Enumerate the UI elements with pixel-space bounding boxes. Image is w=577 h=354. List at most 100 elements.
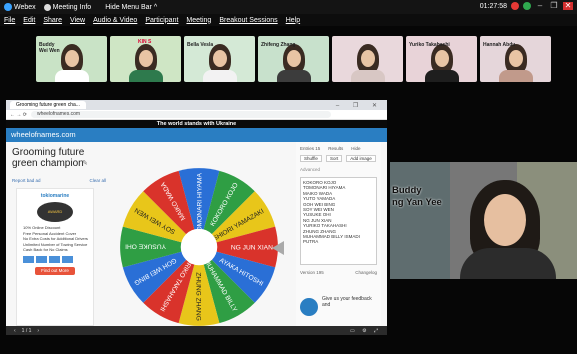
app-menu[interactable]: Webex bbox=[4, 3, 36, 11]
webex-window: Webex Meeting Info Hide Menu Bar ^ 01:27… bbox=[0, 0, 577, 354]
participant-name: Zhifeng Zhang bbox=[261, 42, 296, 48]
sort-button[interactable]: Sort bbox=[325, 155, 343, 162]
connection-status-icon[interactable] bbox=[523, 2, 531, 10]
ad-feature: No Extra Costs for Additional Drivers bbox=[23, 236, 88, 241]
participant-tile[interactable]: KIN S bbox=[110, 36, 181, 82]
ad-feature: Cash Back for No Claims bbox=[23, 247, 68, 252]
add-image-button[interactable]: Add image bbox=[346, 155, 376, 162]
recording-icon[interactable] bbox=[511, 2, 519, 10]
app-name: Webex bbox=[14, 3, 36, 11]
minimize-button[interactable]: – bbox=[535, 2, 545, 10]
participant-name: Yuriko Takahashi bbox=[409, 42, 450, 48]
feedback-illustration-icon bbox=[300, 298, 318, 316]
url-field[interactable]: wheelofnames.com bbox=[30, 111, 331, 118]
feedback-promo[interactable]: Give us your feedback and bbox=[300, 292, 377, 322]
participant-shirt bbox=[202, 70, 237, 82]
ukraine-banner: The world stands with Ukraine bbox=[6, 120, 387, 128]
share-controls-bar: ‹ 1 / 1 › ▭ ⚙ ⤢ bbox=[6, 326, 387, 335]
panel-buttons: Shuffle Sort Add image bbox=[296, 153, 381, 164]
speaker-body bbox=[460, 248, 556, 279]
close-button[interactable]: ✕ bbox=[563, 2, 573, 10]
participant-strip: Buddy Wei Wen KIN S Bella Vesla Zhifeng Zha… bbox=[36, 36, 551, 82]
webex-logo-icon bbox=[4, 3, 12, 11]
site-header[interactable]: wheelofnames.com bbox=[6, 128, 387, 142]
menu-edit[interactable]: Edit bbox=[23, 17, 35, 24]
page-title[interactable]: Grooming future green champion bbox=[12, 147, 102, 169]
tab-entries[interactable]: Entries 15 bbox=[300, 146, 320, 151]
share-tools-icons[interactable]: ▭ ⚙ ⤢ bbox=[350, 328, 387, 334]
page-counter: 1 / 1 bbox=[21, 327, 32, 334]
shuffle-button[interactable]: Shuffle bbox=[300, 155, 322, 162]
wheel-slice-label: YUSUKE OHI bbox=[125, 243, 166, 250]
next-page-icon[interactable]: › bbox=[37, 328, 39, 334]
menu-file[interactable]: File bbox=[4, 17, 15, 24]
menu-meeting[interactable]: Meeting bbox=[186, 17, 211, 24]
menu-participant[interactable]: Participant bbox=[145, 17, 178, 24]
wheel-slice-label: NG JUN XIAN bbox=[231, 244, 273, 251]
restore-button[interactable]: ❐ bbox=[549, 2, 559, 10]
participant-name: Hannah Abdu bbox=[483, 42, 516, 48]
participant-tile[interactable]: Hannah Abdu bbox=[480, 36, 551, 82]
advertisement[interactable]: tokiomarine AWARD 10% Online Discount Fr… bbox=[16, 188, 94, 326]
menu-share[interactable]: Share bbox=[43, 17, 62, 24]
menu-view[interactable]: View bbox=[70, 17, 85, 24]
clear-all-link[interactable]: Clear all bbox=[89, 178, 106, 183]
edit-pencil-icon[interactable]: ✎ bbox=[82, 159, 88, 167]
participant-name: Buddy Wei Wen bbox=[39, 42, 60, 54]
participant-shirt bbox=[54, 70, 89, 82]
info-icon bbox=[43, 3, 51, 11]
participant-face bbox=[360, 50, 375, 67]
tab-results[interactable]: Results bbox=[328, 146, 343, 151]
feedback-text: Give us your feedback and bbox=[322, 296, 372, 308]
participant-face bbox=[286, 50, 301, 67]
meeting-timer: 01:27:58 bbox=[479, 2, 507, 10]
virtual-background-caption: Buddy ng Yan Yee bbox=[392, 185, 442, 208]
participant-tile[interactable]: Yuriko Takahashi bbox=[406, 36, 477, 82]
changelog-link[interactable]: Changelog bbox=[355, 270, 377, 275]
participant-tile[interactable]: Buddy Wei Wen bbox=[36, 36, 107, 82]
address-bar: ← → ⟳ wheelofnames.com bbox=[6, 110, 387, 120]
speaker-face bbox=[484, 194, 526, 246]
shared-screen[interactable]: Grooming future green cha... – ❐ ✕ ← → ⟳… bbox=[6, 100, 387, 335]
report-ad-link[interactable]: Report bad ad bbox=[12, 178, 41, 183]
meeting-info-button[interactable]: Meeting Info bbox=[43, 3, 91, 11]
menu-breakout-sessions[interactable]: Breakout Sessions bbox=[219, 17, 277, 24]
browser-tab[interactable]: Grooming future green cha... bbox=[10, 101, 86, 109]
participant-face bbox=[212, 50, 227, 67]
menu-audio-video[interactable]: Audio & Video bbox=[93, 17, 137, 24]
title-bar: Webex Meeting Info Hide Menu Bar ^ 01:27… bbox=[0, 0, 577, 14]
participant-tile[interactable] bbox=[332, 36, 403, 82]
wheel-center-hub[interactable] bbox=[180, 228, 218, 266]
browser-window-controls[interactable]: – ❐ ✕ bbox=[336, 102, 387, 109]
wheel-pointer-icon bbox=[272, 241, 284, 255]
entry-line: PUTRA bbox=[303, 239, 319, 245]
ad-card-logos bbox=[17, 255, 93, 263]
participant-face bbox=[508, 50, 523, 67]
participant-face bbox=[434, 50, 449, 67]
participant-shirt bbox=[128, 70, 163, 82]
active-speaker-video[interactable]: Buddy ng Yan Yee bbox=[390, 162, 577, 279]
entries-panel: Entries 15 Results Hide Shuffle Sort Add… bbox=[296, 142, 381, 335]
prev-page-icon[interactable]: ‹ bbox=[14, 328, 16, 334]
participant-tile[interactable]: Bella Vesla bbox=[184, 36, 255, 82]
nav-arrows-icon[interactable]: ← → ⟳ bbox=[10, 112, 27, 118]
participant-shirt bbox=[276, 70, 311, 82]
ad-links: Report bad ad Clear all bbox=[12, 178, 106, 183]
participant-name: Bella Vesla bbox=[187, 42, 214, 48]
ad-cta-button[interactable]: Find out More bbox=[35, 266, 75, 275]
menu-help[interactable]: Help bbox=[286, 17, 300, 24]
browser-tab-bar: Grooming future green cha... – ❐ ✕ bbox=[6, 100, 387, 110]
entries-textarea[interactable]: KOKORO KOJO TOMONARI HIYAMA MAIKO WADA YUTO… bbox=[300, 177, 377, 265]
tab-hide[interactable]: Hide bbox=[351, 146, 360, 151]
participant-shirt bbox=[350, 70, 385, 82]
participant-badge: KIN S bbox=[138, 39, 152, 45]
ad-feature-list: 10% Online Discount Free Personal Accide… bbox=[17, 225, 93, 253]
wheel-slice-label: ZHUNG ZHANG bbox=[195, 272, 202, 321]
hide-menu-bar-button[interactable]: Hide Menu Bar ^ bbox=[105, 4, 157, 11]
participant-face bbox=[138, 50, 153, 67]
name-wheel[interactable]: TOMONARI HIYAMA KOKORO KOJOSHIORI YAMAZAK… bbox=[116, 164, 282, 330]
ad-brand: tokiomarine bbox=[40, 193, 70, 199]
advanced-toggle[interactable]: Advanced bbox=[296, 164, 381, 175]
participant-tile[interactable]: Zhifeng Zhang bbox=[258, 36, 329, 82]
wheel-page: Grooming future green champion ✎ Report … bbox=[6, 142, 387, 335]
